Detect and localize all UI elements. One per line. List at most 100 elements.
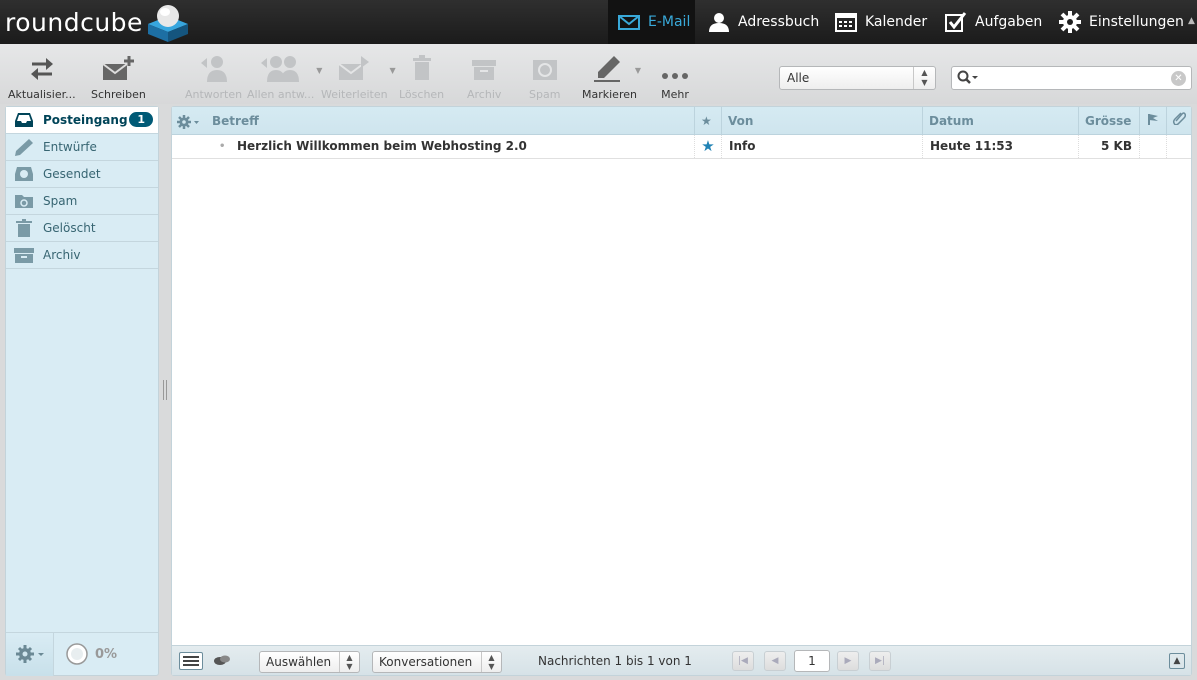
column-size[interactable]: Grösse xyxy=(1078,107,1139,135)
nav-tasks-label: Aufgaben xyxy=(975,14,1043,30)
column-from[interactable]: Von xyxy=(721,107,922,135)
archive-button[interactable]: Archiv xyxy=(467,54,501,104)
delete-label: Löschen xyxy=(399,88,445,101)
column-subject[interactable]: Betreff xyxy=(206,107,694,135)
nav-tasks[interactable]: Aufgaben xyxy=(945,0,1042,44)
sent-icon xyxy=(15,167,33,181)
message-attachment-cell xyxy=(1166,135,1191,158)
last-page-icon[interactable]: ▶| xyxy=(869,651,891,671)
folder-sidebar: Posteingang 1 Entwürfe Gesendet Spam Gel… xyxy=(5,106,159,676)
folder-sent-label: Gesendet xyxy=(43,167,101,181)
toggle-preview-icon[interactable]: ▲ xyxy=(1169,653,1185,669)
spam-label: Spam xyxy=(529,88,561,101)
column-attachment[interactable] xyxy=(1166,107,1191,135)
trash-icon xyxy=(16,219,32,237)
search-icon[interactable] xyxy=(957,70,979,89)
message-from: Info xyxy=(721,135,922,158)
message-row[interactable]: • Herzlich Willkommen beim Webhosting 2.… xyxy=(172,135,1191,159)
sidebar-splitter[interactable] xyxy=(163,380,167,400)
compose-icon xyxy=(102,56,135,80)
list-options-button[interactable] xyxy=(172,107,206,135)
column-subject-label: Betreff xyxy=(212,114,259,128)
column-flag-star[interactable]: ★ xyxy=(694,107,721,135)
column-flag[interactable] xyxy=(1139,107,1166,135)
folder-spam[interactable]: Spam xyxy=(6,188,158,215)
search-input[interactable]: ✕ xyxy=(951,66,1192,90)
calendar-icon xyxy=(835,12,857,32)
compose-button[interactable]: Schreiben xyxy=(91,54,146,104)
column-date[interactable]: Datum xyxy=(922,107,1078,135)
search-reset-icon[interactable]: ✕ xyxy=(1171,71,1186,86)
ellipsis-icon xyxy=(662,73,688,79)
spam-button[interactable]: Spam xyxy=(529,54,560,104)
nav-calendar[interactable]: Kalender xyxy=(835,0,927,44)
previous-page-icon[interactable]: ◀ xyxy=(764,651,786,671)
threads-dropdown[interactable]: Konversationen ▲ ▼ xyxy=(372,651,502,673)
message-subject: Herzlich Willkommen beim Webhosting 2.0 xyxy=(237,139,527,153)
message-flag-cell[interactable] xyxy=(1139,135,1166,158)
list-view-toggle-icon[interactable] xyxy=(179,652,203,670)
message-flag-star-icon[interactable]: ★ xyxy=(694,135,721,158)
folder-archive[interactable]: Archiv xyxy=(6,242,158,269)
select-arrows-icon: ▲ ▼ xyxy=(481,652,501,672)
inbox-icon xyxy=(15,113,33,127)
folder-sent[interactable]: Gesendet xyxy=(6,161,158,188)
mark-button[interactable]: Markieren ▼ xyxy=(582,54,641,104)
message-size: 5 KB xyxy=(1078,135,1139,158)
threads-dropdown-value: Konversationen xyxy=(379,655,473,669)
page-number-input[interactable]: 1 xyxy=(794,650,830,672)
reply-icon xyxy=(200,56,227,82)
nav-mail[interactable]: E-Mail xyxy=(608,0,695,44)
first-page-icon[interactable]: |◀ xyxy=(732,651,754,671)
top-bar: roundcube E-Mail Adressbuch Kalender Auf… xyxy=(0,0,1197,44)
folder-trash[interactable]: Gelöscht xyxy=(6,215,158,242)
person-icon xyxy=(709,13,729,32)
nav-mail-label: E-Mail xyxy=(648,14,691,30)
forward-caret-icon[interactable]: ▼ xyxy=(389,66,395,75)
more-button[interactable]: Mehr xyxy=(660,54,690,104)
gear-icon xyxy=(15,645,44,663)
reply-button[interactable]: Antworten xyxy=(185,54,242,104)
quota-display: 0% xyxy=(66,643,117,665)
delete-button[interactable]: Löschen xyxy=(399,54,444,104)
nav-addressbook-label: Adressbuch xyxy=(738,14,820,30)
logo-cube-icon xyxy=(144,2,190,42)
more-label: Mehr xyxy=(661,88,689,101)
nav-more-arrow-icon[interactable]: ▲ xyxy=(1188,16,1197,28)
compose-label: Schreiben xyxy=(91,88,146,101)
mail-icon xyxy=(618,14,640,30)
reply-all-icon xyxy=(260,56,299,82)
folder-spam-label: Spam xyxy=(43,194,78,208)
refresh-arrows-icon xyxy=(30,58,53,80)
message-date: Heute 11:53 xyxy=(922,135,1078,158)
folder-inbox-label: Posteingang xyxy=(43,113,128,127)
list-footer: Auswählen ▲ ▼ Konversationen ▲ ▼ Nachricht… xyxy=(172,645,1191,675)
archive-icon xyxy=(14,248,34,263)
select-dropdown[interactable]: Auswählen ▲ ▼ xyxy=(259,651,360,673)
gear-icon xyxy=(1059,11,1081,33)
marker-pen-icon xyxy=(594,56,621,82)
forward-icon xyxy=(338,56,370,80)
logo-text: roundcube xyxy=(5,7,143,37)
folder-trash-label: Gelöscht xyxy=(43,221,96,235)
unread-count-badge: 1 xyxy=(129,112,153,127)
star-icon: ★ xyxy=(701,114,712,128)
forward-button[interactable]: Weiterleiten ▼ xyxy=(321,54,396,104)
gear-icon xyxy=(177,114,199,129)
folder-inbox[interactable]: Posteingang 1 xyxy=(6,107,158,134)
next-page-icon[interactable]: ▶ xyxy=(837,651,859,671)
list-header: Betreff ★ Von Datum Grösse xyxy=(172,107,1191,135)
nav-addressbook[interactable]: Adressbuch xyxy=(708,0,819,44)
nav-settings[interactable]: Einstellungen xyxy=(1059,0,1184,44)
reply-label: Antworten xyxy=(185,88,243,101)
mark-caret-icon[interactable]: ▼ xyxy=(635,66,641,75)
logo[interactable]: roundcube xyxy=(5,2,190,42)
refresh-button[interactable]: Aktualisier... xyxy=(8,54,76,104)
archive-label: Archiv xyxy=(467,88,502,101)
column-size-label: Grösse xyxy=(1085,114,1132,128)
reply-all-button[interactable]: Allen antw... ▼ xyxy=(247,54,322,104)
folder-actions-button[interactable] xyxy=(6,632,54,676)
thread-view-icon[interactable] xyxy=(212,653,232,669)
filter-select[interactable]: Alle ▲ ▼ xyxy=(779,66,936,90)
folder-drafts[interactable]: Entwürfe xyxy=(6,134,158,161)
